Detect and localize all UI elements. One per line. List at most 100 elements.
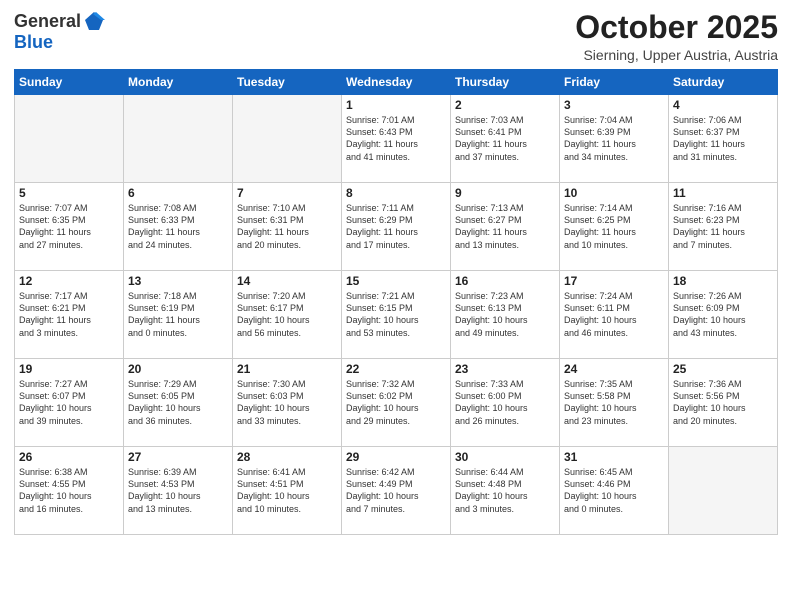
- calendar-cell: 7 Sunrise: 7:10 AM Sunset: 6:31 PM Daylig…: [233, 183, 342, 271]
- cell-text: Sunrise: 7:04 AM Sunset: 6:39 PM Dayligh…: [564, 114, 664, 163]
- calendar-cell: 6 Sunrise: 7:08 AM Sunset: 6:33 PM Daylig…: [124, 183, 233, 271]
- month-title: October 2025: [575, 10, 778, 45]
- day-number: 7: [237, 186, 337, 200]
- day-number: 1: [346, 98, 446, 112]
- logo: General Blue: [14, 10, 105, 53]
- cell-text: Sunrise: 7:24 AM Sunset: 6:11 PM Dayligh…: [564, 290, 664, 339]
- cell-text: Sunrise: 7:21 AM Sunset: 6:15 PM Dayligh…: [346, 290, 446, 339]
- day-number: 18: [673, 274, 773, 288]
- calendar-cell: 11 Sunrise: 7:16 AM Sunset: 6:23 PM Dayli…: [669, 183, 778, 271]
- day-number: 2: [455, 98, 555, 112]
- calendar-cell: [15, 95, 124, 183]
- cell-text: Sunrise: 7:35 AM Sunset: 5:58 PM Dayligh…: [564, 378, 664, 427]
- cell-text: Sunrise: 6:44 AM Sunset: 4:48 PM Dayligh…: [455, 466, 555, 515]
- weekday-header-tuesday: Tuesday: [233, 70, 342, 95]
- calendar-cell: 8Sunrise: 7:11 AM Sunset: 6:29 PM Daylig…: [342, 183, 451, 271]
- cell-text: Sunrise: 6:41 AM Sunset: 4:51 PM Dayligh…: [237, 466, 337, 515]
- cell-text: Sunrise: 7:01 AM Sunset: 6:43 PM Dayligh…: [346, 114, 446, 163]
- day-number: 6: [128, 186, 228, 200]
- calendar-cell: 9Sunrise: 7:13 AM Sunset: 6:27 PM Daylig…: [451, 183, 560, 271]
- calendar-cell: 17 Sunrise: 7:24 AM Sunset: 6:11 PM Dayli…: [560, 271, 669, 359]
- header: General Blue October 2025 Sierning, Uppe…: [14, 10, 778, 63]
- calendar-cell: 23Sunrise: 7:33 AM Sunset: 6:00 PM Dayli…: [451, 359, 560, 447]
- calendar-cell: 18 Sunrise: 7:26 AM Sunset: 6:09 PM Dayli…: [669, 271, 778, 359]
- calendar-cell: 5 Sunrise: 7:07 AM Sunset: 6:35 PM Daylig…: [15, 183, 124, 271]
- weekday-header-friday: Friday: [560, 70, 669, 95]
- calendar-cell: 21Sunrise: 7:30 AM Sunset: 6:03 PM Dayli…: [233, 359, 342, 447]
- day-number: 20: [128, 362, 228, 376]
- cell-text: Sunrise: 7:10 AM Sunset: 6:31 PM Dayligh…: [237, 202, 337, 251]
- day-number: 16: [455, 274, 555, 288]
- cell-text: Sunrise: 7:27 AM Sunset: 6:07 PM Dayligh…: [19, 378, 119, 427]
- cell-text: Sunrise: 6:39 AM Sunset: 4:53 PM Dayligh…: [128, 466, 228, 515]
- day-number: 17: [564, 274, 664, 288]
- weekday-header-saturday: Saturday: [669, 70, 778, 95]
- calendar-cell: 28 Sunrise: 6:41 AM Sunset: 4:51 PM Dayli…: [233, 447, 342, 535]
- calendar-table: SundayMondayTuesdayWednesdayThursdayFrid…: [14, 69, 778, 535]
- day-number: 28: [237, 450, 337, 464]
- day-number: 3: [564, 98, 664, 112]
- cell-text: Sunrise: 7:16 AM Sunset: 6:23 PM Dayligh…: [673, 202, 773, 251]
- calendar-week-3: 19 Sunrise: 7:27 AM Sunset: 6:07 PM Dayli…: [15, 359, 778, 447]
- calendar-cell: [233, 95, 342, 183]
- calendar-cell: [124, 95, 233, 183]
- cell-text: Sunrise: 7:20 AM Sunset: 6:17 PM Dayligh…: [237, 290, 337, 339]
- cell-text: Sunrise: 7:18 AM Sunset: 6:19 PM Dayligh…: [128, 290, 228, 339]
- day-number: 31: [564, 450, 664, 464]
- cell-text: Sunrise: 7:07 AM Sunset: 6:35 PM Dayligh…: [19, 202, 119, 251]
- weekday-header-sunday: Sunday: [15, 70, 124, 95]
- cell-text: Sunrise: 7:29 AM Sunset: 6:05 PM Dayligh…: [128, 378, 228, 427]
- calendar-cell: 10 Sunrise: 7:14 AM Sunset: 6:25 PM Dayli…: [560, 183, 669, 271]
- weekday-header-monday: Monday: [124, 70, 233, 95]
- day-number: 4: [673, 98, 773, 112]
- day-number: 13: [128, 274, 228, 288]
- location: Sierning, Upper Austria, Austria: [575, 47, 778, 63]
- calendar-cell: 14 Sunrise: 7:20 AM Sunset: 6:17 PM Dayli…: [233, 271, 342, 359]
- cell-text: Sunrise: 6:38 AM Sunset: 4:55 PM Dayligh…: [19, 466, 119, 515]
- day-number: 9: [455, 186, 555, 200]
- day-number: 19: [19, 362, 119, 376]
- calendar-cell: 20 Sunrise: 7:29 AM Sunset: 6:05 PM Dayli…: [124, 359, 233, 447]
- calendar-cell: 24 Sunrise: 7:35 AM Sunset: 5:58 PM Dayli…: [560, 359, 669, 447]
- day-number: 5: [19, 186, 119, 200]
- cell-text: Sunrise: 6:45 AM Sunset: 4:46 PM Dayligh…: [564, 466, 664, 515]
- title-block: October 2025 Sierning, Upper Austria, Au…: [575, 10, 778, 63]
- calendar-cell: 29Sunrise: 6:42 AM Sunset: 4:49 PM Dayli…: [342, 447, 451, 535]
- day-number: 14: [237, 274, 337, 288]
- day-number: 10: [564, 186, 664, 200]
- cell-text: Sunrise: 7:08 AM Sunset: 6:33 PM Dayligh…: [128, 202, 228, 251]
- day-number: 25: [673, 362, 773, 376]
- calendar-cell: 2 Sunrise: 7:03 AM Sunset: 6:41 PM Daylig…: [451, 95, 560, 183]
- day-number: 30: [455, 450, 555, 464]
- calendar-cell: [669, 447, 778, 535]
- day-number: 29: [346, 450, 446, 464]
- calendar-week-4: 26Sunrise: 6:38 AM Sunset: 4:55 PM Dayli…: [15, 447, 778, 535]
- weekday-header-thursday: Thursday: [451, 70, 560, 95]
- calendar-cell: 4 Sunrise: 7:06 AM Sunset: 6:37 PM Daylig…: [669, 95, 778, 183]
- calendar-cell: 25Sunrise: 7:36 AM Sunset: 5:56 PM Dayli…: [669, 359, 778, 447]
- calendar-cell: 22Sunrise: 7:32 AM Sunset: 6:02 PM Dayli…: [342, 359, 451, 447]
- cell-text: Sunrise: 7:26 AM Sunset: 6:09 PM Dayligh…: [673, 290, 773, 339]
- day-number: 11: [673, 186, 773, 200]
- calendar-cell: 15Sunrise: 7:21 AM Sunset: 6:15 PM Dayli…: [342, 271, 451, 359]
- logo-blue-text: Blue: [14, 32, 53, 53]
- cell-text: Sunrise: 7:06 AM Sunset: 6:37 PM Dayligh…: [673, 114, 773, 163]
- calendar-cell: 12 Sunrise: 7:17 AM Sunset: 6:21 PM Dayli…: [15, 271, 124, 359]
- calendar-cell: 26Sunrise: 6:38 AM Sunset: 4:55 PM Dayli…: [15, 447, 124, 535]
- calendar-cell: 13 Sunrise: 7:18 AM Sunset: 6:19 PM Dayli…: [124, 271, 233, 359]
- weekday-header-wednesday: Wednesday: [342, 70, 451, 95]
- calendar-week-2: 12 Sunrise: 7:17 AM Sunset: 6:21 PM Dayli…: [15, 271, 778, 359]
- calendar-cell: 31 Sunrise: 6:45 AM Sunset: 4:46 PM Dayli…: [560, 447, 669, 535]
- cell-text: Sunrise: 7:23 AM Sunset: 6:13 PM Dayligh…: [455, 290, 555, 339]
- cell-text: Sunrise: 7:14 AM Sunset: 6:25 PM Dayligh…: [564, 202, 664, 251]
- weekday-header-row: SundayMondayTuesdayWednesdayThursdayFrid…: [15, 70, 778, 95]
- logo-icon: [83, 10, 105, 32]
- cell-text: Sunrise: 7:17 AM Sunset: 6:21 PM Dayligh…: [19, 290, 119, 339]
- calendar-cell: 30 Sunrise: 6:44 AM Sunset: 4:48 PM Dayli…: [451, 447, 560, 535]
- day-number: 23: [455, 362, 555, 376]
- cell-text: Sunrise: 7:03 AM Sunset: 6:41 PM Dayligh…: [455, 114, 555, 163]
- day-number: 24: [564, 362, 664, 376]
- day-number: 21: [237, 362, 337, 376]
- day-number: 12: [19, 274, 119, 288]
- page: General Blue October 2025 Sierning, Uppe…: [0, 0, 792, 612]
